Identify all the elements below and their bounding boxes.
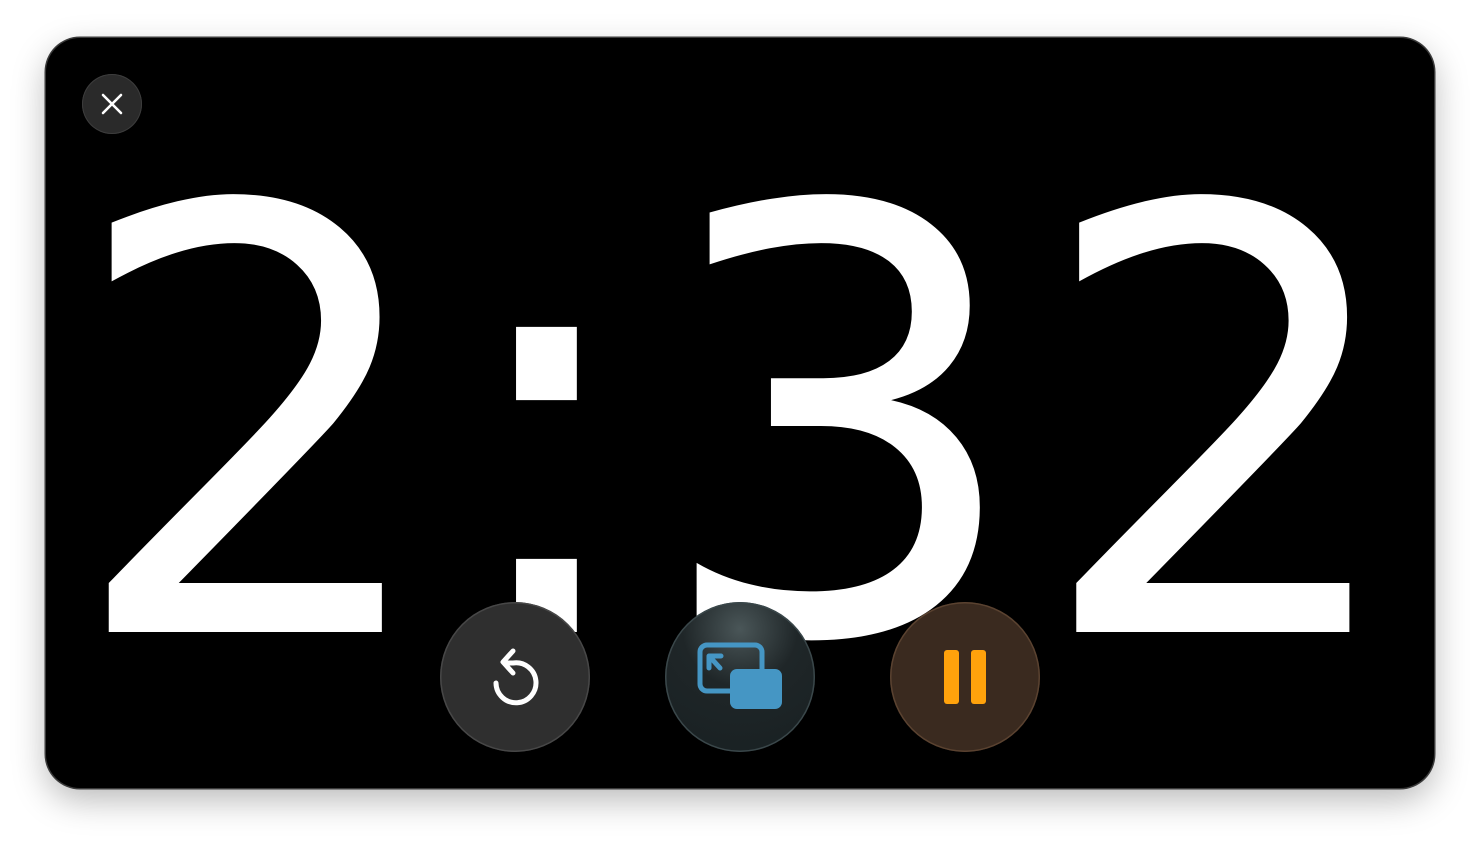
pause-button[interactable]	[890, 602, 1040, 752]
restart-button[interactable]	[440, 602, 590, 752]
restart-icon	[493, 648, 539, 706]
picture-in-picture-icon	[697, 642, 782, 709]
picture-in-picture-button[interactable]	[665, 602, 815, 752]
timer-window: 2:32	[46, 38, 1434, 788]
pause-icon	[944, 650, 986, 704]
